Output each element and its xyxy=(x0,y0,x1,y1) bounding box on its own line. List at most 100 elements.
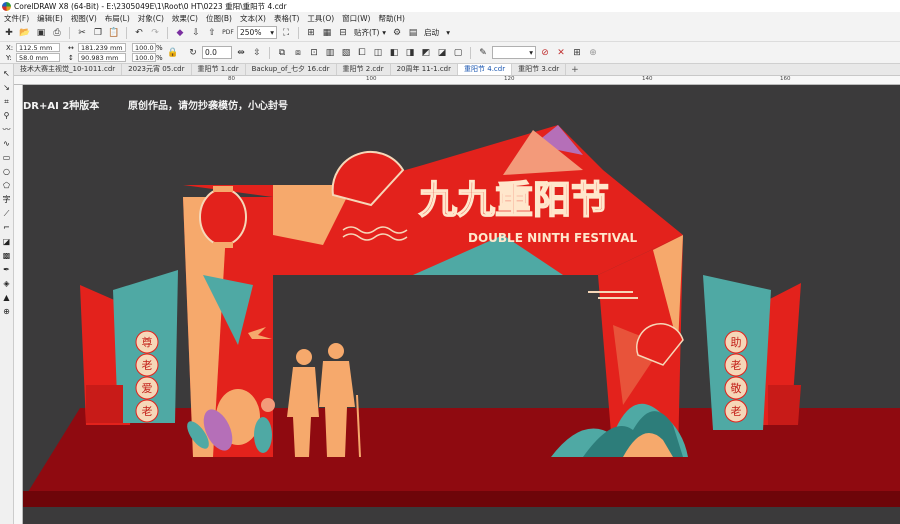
interactive-fill-icon[interactable]: ◈ xyxy=(1,278,12,289)
back-minus-front-icon[interactable]: ◪ xyxy=(435,46,449,60)
redo-icon[interactable]: ↷ xyxy=(148,26,162,40)
export-icon[interactable]: ⇧ xyxy=(205,26,219,40)
scale-y-input[interactable]: 100.0 xyxy=(132,53,156,62)
menu-file[interactable]: 文件(F) xyxy=(2,13,35,24)
vertical-ruler[interactable] xyxy=(14,85,23,524)
transparency-tool-icon[interactable]: ▩ xyxy=(1,250,12,261)
trim-icon[interactable]: ◫ xyxy=(371,46,385,60)
menu-layout[interactable]: 布局(L) xyxy=(103,13,136,24)
pick-tool-icon[interactable]: ↖ xyxy=(1,68,12,79)
width-icon: ↔ xyxy=(68,43,74,52)
search-content-icon[interactable]: ◆ xyxy=(173,26,187,40)
open-folder-icon[interactable]: 📂 xyxy=(18,26,32,40)
zoom-level-select[interactable]: 250% ▾ xyxy=(237,26,277,39)
rectangle-tool-icon[interactable]: ▭ xyxy=(1,152,12,163)
cut-icon[interactable]: ✂ xyxy=(75,26,89,40)
application-launcher-icon[interactable]: ▤ xyxy=(406,26,420,40)
ungroup-icon[interactable]: ⧈ xyxy=(291,46,305,60)
festival-archway-artwork[interactable]: 尊 老 爱 老 助 老 敬 老 九九重阳节 DOUBLE NINTH FESTI… xyxy=(23,85,900,524)
drawing-canvas[interactable]: DR+AI 2种版本 原创作品，请勿抄袭模仿，小心封号 尊 老 爱 老 助 老 … xyxy=(23,85,900,524)
shape-tool-icon[interactable]: ↘ xyxy=(1,82,12,93)
show-grid-icon[interactable]: ▦ xyxy=(320,26,334,40)
outline-pen-icon: ✎ xyxy=(479,47,487,58)
x-position-input[interactable]: 112.5 mm xyxy=(16,43,60,52)
publish-pdf-icon[interactable]: PDF xyxy=(221,26,235,40)
menu-text[interactable]: 文本(X) xyxy=(238,13,272,24)
wrap-text-icon[interactable]: ✕ xyxy=(554,46,568,60)
text-tool-icon[interactable]: 字 xyxy=(1,194,12,205)
break-apart-icon[interactable]: ▧ xyxy=(339,46,353,60)
outline-width-select[interactable]: ▾ xyxy=(492,46,536,59)
paste-icon[interactable]: 📋 xyxy=(107,26,121,40)
menu-effects[interactable]: 效果(C) xyxy=(170,13,204,24)
tab-doc-3[interactable]: 重阳节 1.cdr xyxy=(192,64,246,75)
menu-tools[interactable]: 工具(O) xyxy=(305,13,340,24)
no-fill-icon[interactable]: ⊘ xyxy=(538,46,552,60)
rotation-angle-input[interactable]: 0.0 xyxy=(202,46,232,59)
undo-icon[interactable]: ↶ xyxy=(132,26,146,40)
right-sign-char: 敬 xyxy=(731,382,742,395)
menu-edit[interactable]: 编辑(E) xyxy=(35,13,69,24)
full-screen-icon[interactable]: ⛶ xyxy=(279,26,293,40)
connector-tool-icon[interactable]: ⌐ xyxy=(1,222,12,233)
show-guides-icon[interactable]: ⊟ xyxy=(336,26,350,40)
launch-menu[interactable]: 启动 ▾ xyxy=(422,26,452,39)
width-input[interactable]: 181.239 mm xyxy=(78,43,126,52)
ungroup-all-icon[interactable]: ⊡ xyxy=(307,46,321,60)
weld-icon[interactable]: ⧠ xyxy=(355,46,369,60)
toolbar-divider xyxy=(298,26,299,39)
menu-table[interactable]: 表格(T) xyxy=(272,13,305,24)
menu-view[interactable]: 视图(V) xyxy=(69,13,103,24)
copy-icon[interactable]: ❐ xyxy=(91,26,105,40)
new-document-icon[interactable]: ✚ xyxy=(2,26,16,40)
menu-object[interactable]: 对象(C) xyxy=(136,13,170,24)
tab-doc-2[interactable]: 2023元宵 05.cdr xyxy=(122,64,192,75)
zoom-tool-icon[interactable]: ⚲ xyxy=(1,110,12,121)
combine-icon[interactable]: ▥ xyxy=(323,46,337,60)
ellipse-tool-icon[interactable]: ○ xyxy=(1,166,12,177)
add-icon[interactable]: ⊕ xyxy=(586,46,600,60)
tab-doc-1[interactable]: 技术大赛主视觉_10-1011.cdr xyxy=(14,64,123,75)
launch-label: 启动 xyxy=(424,28,439,37)
polygon-tool-icon[interactable]: ⬠ xyxy=(1,180,12,191)
print-icon[interactable]: ⎙ xyxy=(50,26,64,40)
tab-doc-5[interactable]: 重阳节 2.cdr xyxy=(337,64,391,75)
mirror-vertical-icon[interactable]: ⇳ xyxy=(250,46,264,60)
front-minus-back-icon[interactable]: ◩ xyxy=(419,46,433,60)
horizontal-ruler[interactable]: 80 100 120 140 160 xyxy=(14,76,900,85)
add-tab-icon[interactable]: + xyxy=(566,65,584,75)
left-sign-char: 老 xyxy=(142,405,153,418)
more-tools-icon[interactable]: ⊕ xyxy=(1,306,12,317)
freehand-tool-icon[interactable]: 〰 xyxy=(1,124,12,135)
drop-shadow-icon[interactable]: ◪ xyxy=(1,236,12,247)
scale-x-input[interactable]: 100.0 xyxy=(132,43,156,52)
menu-help[interactable]: 帮助(H) xyxy=(376,13,411,24)
tab-doc-7-active[interactable]: 重阳节 4.cdr xyxy=(458,64,513,75)
tab-doc-4[interactable]: Backup_of_七夕 16.cdr xyxy=(246,64,337,75)
stage-front xyxy=(23,491,900,507)
create-boundary-icon[interactable]: ▢ xyxy=(451,46,465,60)
import-icon[interactable]: ⇩ xyxy=(189,26,203,40)
group-icon[interactable]: ⧉ xyxy=(275,46,289,60)
tab-doc-6[interactable]: 20周年 11-1.cdr xyxy=(391,64,459,75)
y-position-input[interactable]: 58.0 mm xyxy=(16,53,60,62)
show-rulers-icon[interactable]: ⊞ xyxy=(304,26,318,40)
intersect-icon[interactable]: ◧ xyxy=(387,46,401,60)
options-gear-icon[interactable]: ⚙ xyxy=(390,26,404,40)
artistic-media-icon[interactable]: ∿ xyxy=(1,138,12,149)
eyedropper-icon[interactable]: ✒ xyxy=(1,264,12,275)
save-icon[interactable]: ▣ xyxy=(34,26,48,40)
lock-ratio-icon[interactable]: 🔒 xyxy=(166,46,180,60)
smart-fill-icon[interactable]: ▲ xyxy=(1,292,12,303)
parallel-dimension-icon[interactable]: ⟋ xyxy=(1,208,12,219)
height-input[interactable]: 90.983 mm xyxy=(78,53,126,62)
menu-bitmaps[interactable]: 位图(B) xyxy=(204,13,238,24)
simplify-icon[interactable]: ◨ xyxy=(403,46,417,60)
quick-customize-icon[interactable]: ⊞ xyxy=(570,46,584,60)
crop-tool-icon[interactable]: ⌗ xyxy=(1,96,12,107)
snap-to-menu[interactable]: 贴齐(T) ▾ xyxy=(352,26,388,39)
tab-doc-8[interactable]: 重阳节 3.cdr xyxy=(512,64,567,75)
mirror-horizontal-icon[interactable]: ⇹ xyxy=(234,46,248,60)
menu-window[interactable]: 窗口(W) xyxy=(340,13,376,24)
ruler-label: 120 xyxy=(504,76,515,82)
